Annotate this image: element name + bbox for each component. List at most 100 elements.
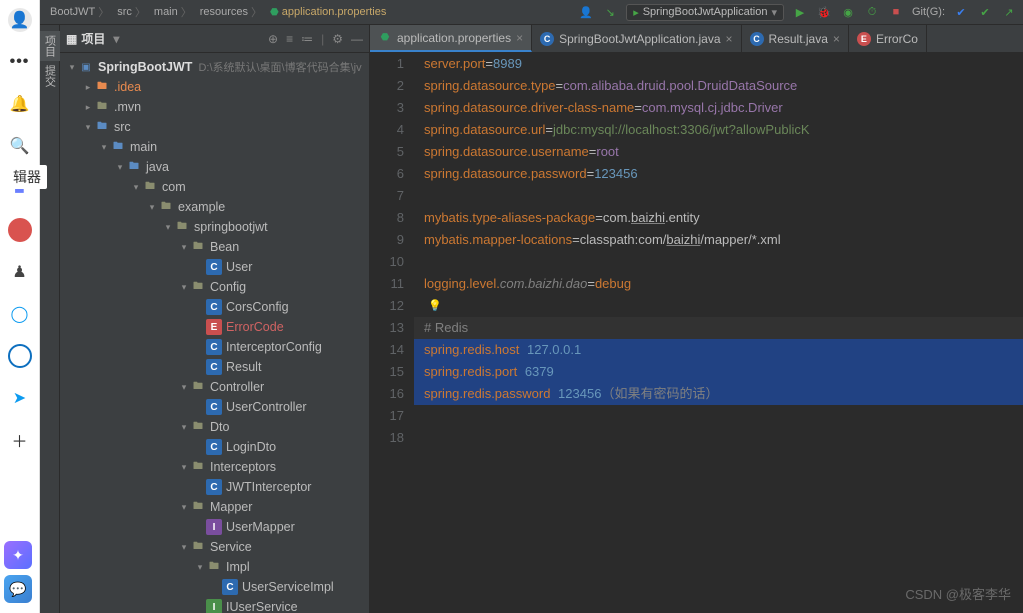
git-update-icon[interactable]: ✔ [953, 4, 969, 20]
sidebar-item-project[interactable]: 项目 [40, 31, 60, 61]
code-area[interactable]: server.port=8989spring.datasource.type=c… [414, 53, 1023, 613]
code-line[interactable]: spring.redis.password=123456（如果有密码的话） [424, 383, 1023, 405]
tree-row[interactable]: CUserController [60, 397, 369, 417]
code-line[interactable]: mybatis.type-aliases-package=com.baizhi.… [424, 207, 1023, 229]
outlook-icon[interactable] [8, 344, 32, 368]
os-sidebar: 👤 ••• 🔔 🔍 ◆ ♟ ◯ ➤ ＋ [0, 0, 40, 613]
tree-row[interactable]: ▾▣SpringBootJWTD:\系统默认\桌面\博客代码合集\jv [60, 57, 369, 77]
tree-row[interactable]: ▸🖿.idea [60, 77, 369, 97]
telegram-icon[interactable]: ➤ [8, 386, 32, 410]
tree-row[interactable]: ▾🖿com [60, 177, 369, 197]
folder-icon: 🖿 [158, 199, 174, 215]
bulb-icon[interactable]: 💡 [428, 295, 442, 317]
tree-row[interactable]: ▾🖿Controller [60, 377, 369, 397]
tree-row[interactable]: EErrorCode [60, 317, 369, 337]
expand-icon[interactable]: ≡ [286, 32, 293, 46]
folder-icon: 🖿 [126, 159, 142, 175]
editor-tab[interactable]: ⬣application.properties× [370, 25, 532, 52]
close-icon[interactable]: × [516, 31, 523, 45]
folder-icon: 🖿 [190, 539, 206, 555]
close-icon[interactable]: × [726, 32, 733, 46]
sidebar-item-commit[interactable]: 提交 [40, 61, 60, 91]
chevron-down-icon: ▾ [113, 32, 119, 46]
chess-icon[interactable]: ♟ [8, 260, 32, 284]
user-icon[interactable]: 👤 [578, 4, 594, 20]
breadcrumb[interactable]: ⬣application.properties [266, 6, 390, 18]
code-line[interactable]: 💡 [424, 295, 1023, 317]
collapse-icon[interactable]: ≔ [301, 32, 313, 46]
tree-row[interactable]: ▾🖿Impl [60, 557, 369, 577]
editor-tab[interactable]: CResult.java× [742, 25, 849, 52]
add-icon[interactable]: ＋ [8, 428, 32, 452]
float-icon-2[interactable]: 💬 [4, 575, 32, 603]
debug-icon[interactable]: 🐞 [816, 4, 832, 20]
project-tree[interactable]: ▾▣SpringBootJWTD:\系统默认\桌面\博客代码合集\jv▸🖿.id… [60, 53, 369, 613]
code-line[interactable]: spring.datasource.password=123456 [424, 163, 1023, 185]
code-line[interactable]: spring.datasource.username=root [424, 141, 1023, 163]
tree-row[interactable]: CUserServiceImpl [60, 577, 369, 597]
tree-row[interactable]: ▾🖿src [60, 117, 369, 137]
code-line[interactable]: # Redis [424, 317, 1023, 339]
tree-row[interactable]: CInterceptorConfig [60, 337, 369, 357]
tree-label: springbootjwt [194, 220, 268, 234]
edge-icon[interactable]: ◯ [8, 302, 32, 326]
tree-row[interactable]: CUser [60, 257, 369, 277]
coverage-icon[interactable]: ◉ [840, 4, 856, 20]
tree-row[interactable]: ▾🖿main [60, 137, 369, 157]
code-line[interactable]: spring.redis.host=127.0.0.1 [424, 339, 1023, 361]
git-push-icon[interactable]: ↗ [1001, 4, 1017, 20]
bell-icon[interactable]: 🔔 [8, 92, 32, 116]
tree-row[interactable]: ▾🖿Interceptors [60, 457, 369, 477]
close-icon[interactable]: × [833, 32, 840, 46]
breadcrumb[interactable]: BootJWT〉 [46, 4, 113, 20]
tree-row[interactable]: ▾🖿Service [60, 537, 369, 557]
run-config-combo[interactable]: ▸ SpringBootJwtApplication ▾ [626, 4, 784, 21]
tree-row[interactable]: CLoginDto [60, 437, 369, 457]
breadcrumb[interactable]: resources〉 [196, 4, 266, 20]
tree-row[interactable]: ▾🖿Config [60, 277, 369, 297]
stop-icon[interactable]: ■ [888, 4, 904, 20]
tree-row[interactable]: CResult [60, 357, 369, 377]
tree-row[interactable]: ▾🖿springbootjwt [60, 217, 369, 237]
editor-tab[interactable]: CSpringBootJwtApplication.java× [532, 25, 741, 52]
breadcrumb[interactable]: src〉 [113, 4, 150, 20]
breadcrumb[interactable]: main〉 [150, 4, 196, 20]
code-line[interactable]: server.port=8989 [424, 53, 1023, 75]
gear-icon[interactable]: ⚙ [332, 32, 343, 46]
tree-row[interactable]: CJWTInterceptor [60, 477, 369, 497]
code-line[interactable] [424, 405, 1023, 427]
tree-row[interactable]: ▸🖿.mvn [60, 97, 369, 117]
code-line[interactable]: spring.datasource.url=jdbc:mysql://local… [424, 119, 1023, 141]
code-line[interactable]: mybatis.mapper-locations=classpath:com/b… [424, 229, 1023, 251]
code-line[interactable]: spring.datasource.type=com.alibaba.druid… [424, 75, 1023, 97]
tree-row[interactable]: ▾🖿Bean [60, 237, 369, 257]
tree-label: UserServiceImpl [242, 580, 334, 594]
minimize-icon[interactable]: — [351, 32, 363, 46]
tree-row[interactable]: ▾🖿Dto [60, 417, 369, 437]
code-line[interactable] [424, 185, 1023, 207]
avatar-icon[interactable]: 👤 [8, 8, 32, 32]
search-icon[interactable]: 🔍 [8, 134, 32, 158]
code-line[interactable]: spring.redis.port=6379 [424, 361, 1023, 383]
project-panel-title[interactable]: ▦ 项目 ▾ [66, 30, 119, 47]
tree-row[interactable]: CCorsConfig [60, 297, 369, 317]
code-line[interactable]: spring.datasource.driver-class-name=com.… [424, 97, 1023, 119]
tree-row[interactable]: ▾🖿example [60, 197, 369, 217]
git-commit-icon[interactable]: ✔ [977, 4, 993, 20]
editor-tab[interactable]: EErrorCo [849, 25, 927, 52]
target-icon[interactable]: ⊕ [268, 32, 278, 46]
code-line[interactable] [424, 427, 1023, 449]
toolbox-icon[interactable] [8, 218, 32, 242]
tree-row[interactable]: IIUserService [60, 597, 369, 613]
build-icon[interactable]: ↘ [602, 4, 618, 20]
code-line[interactable]: logging.level.com.baizhi.dao=debug [424, 273, 1023, 295]
tree-row[interactable]: ▾🖿Mapper [60, 497, 369, 517]
more-icon[interactable]: ••• [8, 50, 32, 74]
float-icon-1[interactable]: ✦ [4, 541, 32, 569]
chevron-icon: ▾ [146, 202, 158, 213]
run-icon[interactable]: ▶ [792, 4, 808, 20]
tree-row[interactable]: ▾🖿java [60, 157, 369, 177]
profile-icon[interactable]: ⏱ [864, 4, 880, 20]
tree-row[interactable]: IUserMapper [60, 517, 369, 537]
code-line[interactable] [424, 251, 1023, 273]
